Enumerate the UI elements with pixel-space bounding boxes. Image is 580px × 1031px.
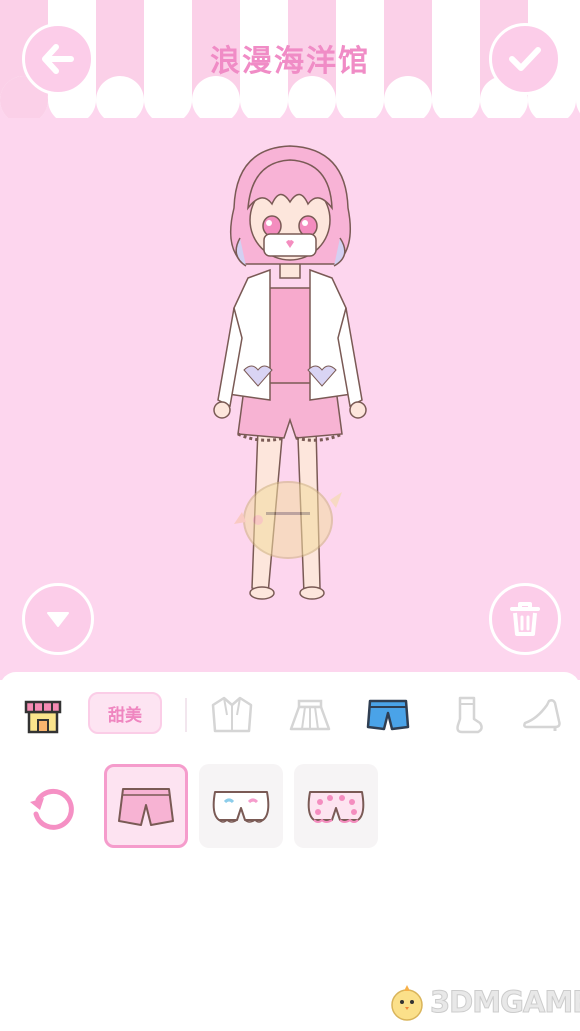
triangle-down-icon xyxy=(47,612,69,627)
skirt-icon xyxy=(289,699,331,731)
pink-polka-bloomers-icon xyxy=(307,791,365,823)
shorts-icon xyxy=(366,699,410,731)
trash-icon xyxy=(510,602,540,636)
wardrobe-item-3[interactable] xyxy=(294,764,378,848)
shop-button[interactable] xyxy=(20,692,66,738)
watermark-text: 3DMGAME xyxy=(429,985,580,1020)
sock-icon xyxy=(456,696,483,734)
category-jacket[interactable] xyxy=(206,692,258,738)
category-socks[interactable] xyxy=(440,692,492,738)
category-shorts[interactable] xyxy=(362,692,414,738)
reset-button[interactable] xyxy=(24,780,80,836)
white-bloomers-icon xyxy=(212,791,270,823)
arrow-left-icon xyxy=(42,44,74,74)
pink-shorts-icon xyxy=(118,788,174,826)
category-shoes[interactable] xyxy=(516,692,568,738)
category-skirt[interactable] xyxy=(284,692,336,738)
style-tag-sweet[interactable]: 甜美 xyxy=(88,692,162,734)
wardrobe-item-1[interactable] xyxy=(104,764,188,848)
shop-icon xyxy=(24,700,62,734)
delete-button[interactable] xyxy=(489,583,561,655)
wardrobe-item-2[interactable] xyxy=(199,764,283,848)
mascot-watermark xyxy=(234,481,342,559)
dressing-stage: 浪漫海洋馆 xyxy=(0,0,580,680)
site-watermark: 3DMGAME xyxy=(388,978,580,1026)
jacket-icon xyxy=(211,696,253,733)
reset-icon xyxy=(30,788,74,830)
confirm-button[interactable] xyxy=(489,23,561,95)
high-heel-icon xyxy=(523,699,561,731)
check-icon xyxy=(509,47,541,71)
back-button[interactable] xyxy=(22,23,94,95)
chick-mascot-icon xyxy=(391,985,423,1021)
collapse-button[interactable] xyxy=(22,583,94,655)
category-divider xyxy=(185,698,187,732)
